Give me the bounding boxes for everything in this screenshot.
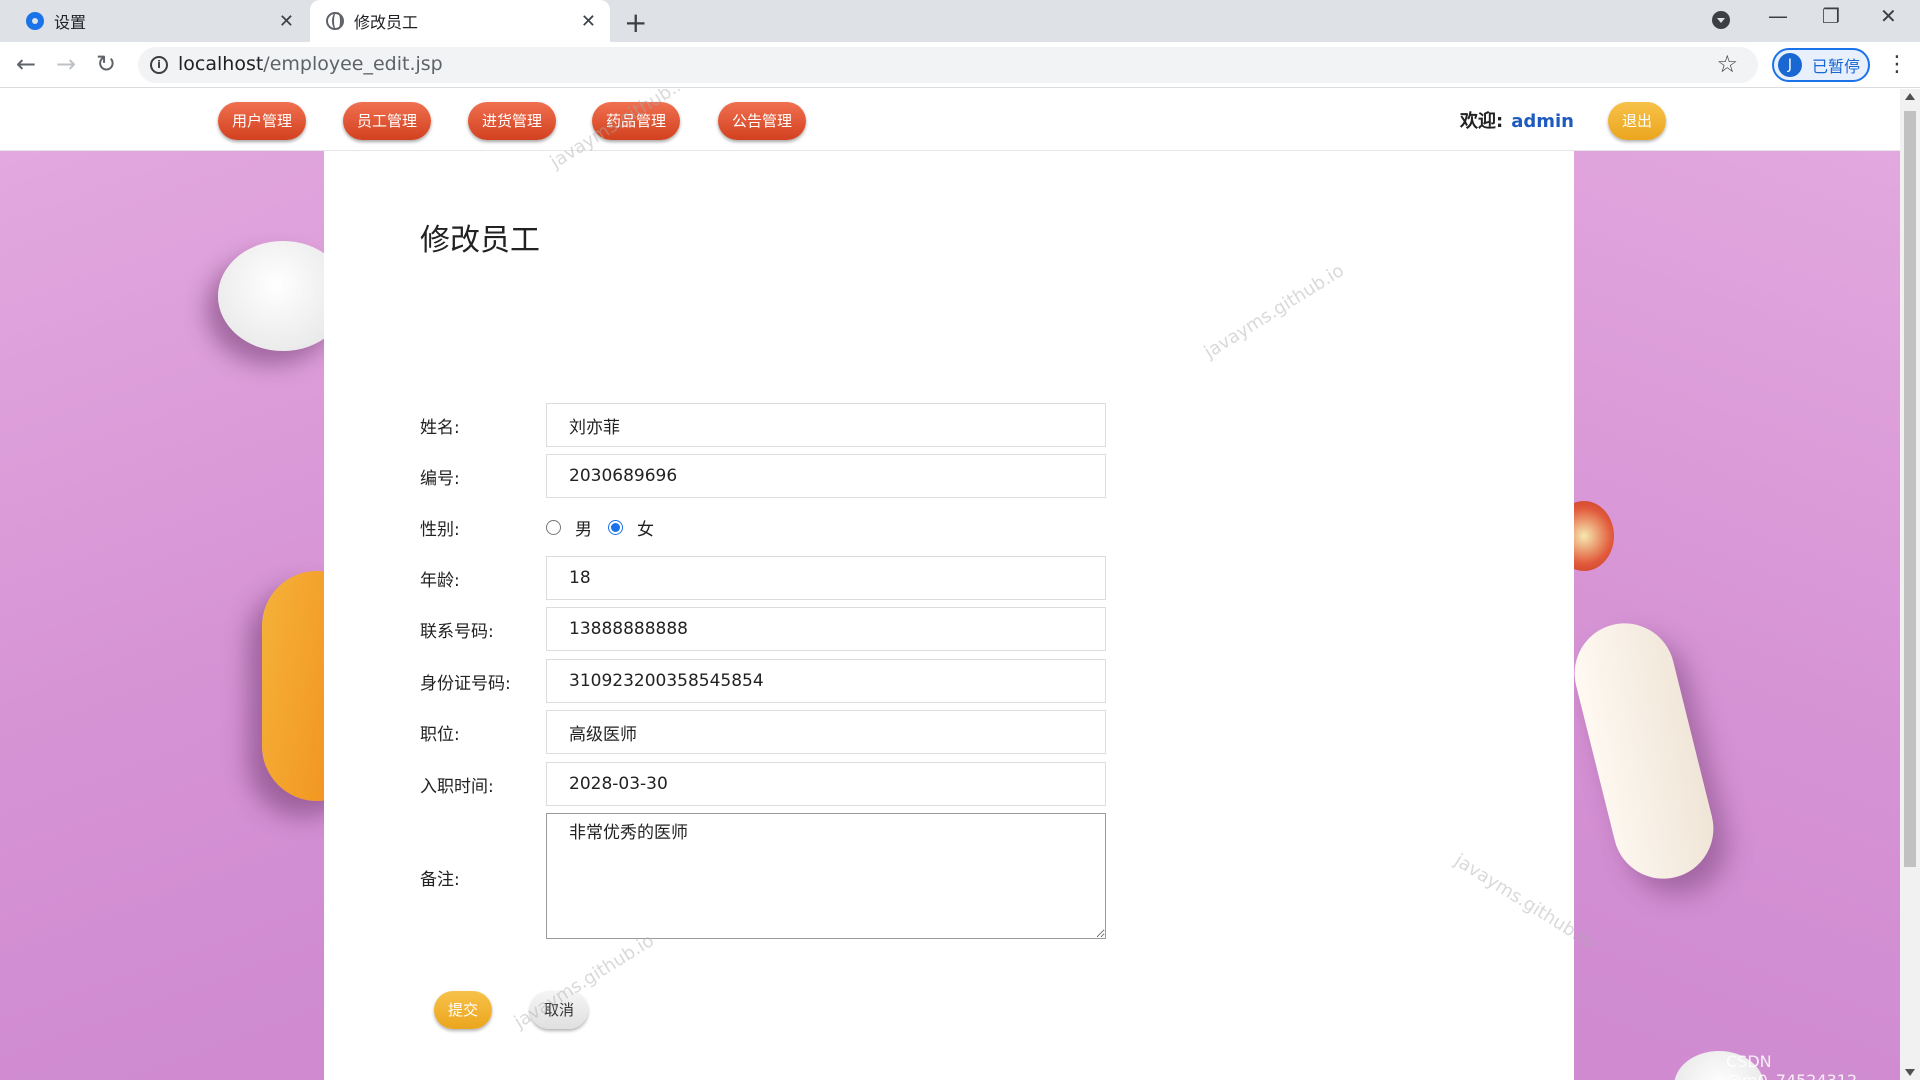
reload-icon[interactable]: ↻ [96, 50, 116, 78]
close-window-icon[interactable]: ✕ [1880, 4, 1897, 28]
close-icon[interactable]: ✕ [279, 11, 294, 32]
phone-input[interactable] [546, 607, 1106, 651]
nav-employee-management[interactable]: 员工管理 [343, 102, 431, 140]
url-omnibox[interactable]: i localhost/employee_edit.jsp ☆ [138, 47, 1758, 83]
profile-button[interactable]: J 已暂停 [1772, 48, 1870, 82]
url-text[interactable]: localhost/employee_edit.jsp [178, 53, 443, 75]
background-image-left [0, 151, 324, 1080]
remark-label: 备注: [420, 870, 460, 890]
submit-button[interactable]: 提交 [434, 991, 492, 1029]
nav-purchase-management[interactable]: 进货管理 [468, 102, 556, 140]
position-input[interactable] [546, 710, 1106, 754]
name-input[interactable] [546, 403, 1106, 447]
nav-notice-management[interactable]: 公告管理 [718, 102, 806, 140]
id-card-label: 身份证号码: [420, 674, 511, 694]
gender-male-label[interactable]: 男 [575, 515, 592, 540]
minimize-icon[interactable]: — [1768, 4, 1788, 28]
gender-label: 性别: [420, 520, 460, 540]
csdn-watermark: CSDN @m0_74524312 [1726, 1052, 1857, 1080]
form-row-name: 姓名: [420, 403, 1120, 447]
forward-icon[interactable]: → [56, 50, 76, 78]
page-scrollbar[interactable] [1900, 89, 1920, 1080]
form-row-gender: 性别: 男 女 [420, 505, 1120, 549]
restore-icon[interactable]: ❐ [1822, 4, 1840, 28]
scroll-up-icon[interactable] [1905, 93, 1915, 100]
form-row-hire-date: 入职时间: [420, 762, 1120, 806]
form-row-remark: 备注: 非常优秀的医师 [420, 813, 1120, 939]
remark-textarea[interactable]: 非常优秀的医师 [546, 813, 1106, 939]
form-row-number: 编号: [420, 454, 1120, 498]
back-icon[interactable]: ← [16, 50, 36, 78]
phone-label: 联系号码: [420, 622, 494, 642]
tab-title: 修改员工 [354, 13, 419, 32]
id-card-input[interactable] [546, 659, 1106, 703]
gender-radio-group: 男 女 [546, 515, 670, 540]
close-icon[interactable]: ✕ [581, 11, 596, 32]
hire-date-label: 入职时间: [420, 777, 494, 797]
browser-tab-strip: 设置 ✕ 修改员工 ✕ + — ❐ ✕ [0, 0, 1920, 42]
watermark: javayms.github.io [1200, 260, 1348, 363]
form-row-id-card: 身份证号码: [420, 659, 1120, 703]
number-input[interactable] [546, 454, 1106, 498]
age-input[interactable] [546, 556, 1106, 600]
form-row-phone: 联系号码: [420, 607, 1120, 651]
tab-title: 设置 [54, 13, 87, 32]
welcome-label: 欢迎: [1460, 111, 1504, 132]
background-image-right [1574, 151, 1900, 1080]
info-icon[interactable]: i [150, 56, 168, 74]
form-panel: 修改员工 姓名: 编号: 性别: 男 女 年龄: 联系号码: 身 [324, 151, 1598, 1080]
form-row-position: 职位: [420, 710, 1120, 754]
gear-icon [26, 12, 44, 30]
gender-male-radio[interactable] [546, 520, 561, 535]
globe-icon [326, 12, 344, 30]
white-capsule-image [1574, 612, 1724, 890]
name-label: 姓名: [420, 418, 460, 438]
scroll-down-icon[interactable] [1905, 1069, 1915, 1076]
url-host: localhost [178, 53, 264, 75]
nav-user-management[interactable]: 用户管理 [218, 102, 306, 140]
tab-search-icon[interactable] [1712, 11, 1730, 29]
hire-date-input[interactable] [546, 762, 1106, 806]
welcome-text: 欢迎: admin [1460, 107, 1574, 133]
web-page: 用户管理 员工管理 进货管理 药品管理 公告管理 欢迎: admin 退出 jav… [0, 89, 1900, 1080]
avatar: J [1778, 53, 1802, 77]
scrollbar-thumb[interactable] [1904, 111, 1916, 867]
username: admin [1511, 111, 1574, 132]
gender-female-label[interactable]: 女 [637, 515, 654, 540]
address-bar: ← → ↻ i localhost/employee_edit.jsp ☆ J … [0, 42, 1920, 88]
page-title: 修改员工 [420, 223, 540, 258]
tab-edit-employee[interactable]: 修改员工 ✕ [310, 0, 610, 42]
new-tab-button[interactable]: + [624, 6, 647, 39]
gender-female-radio[interactable] [608, 520, 623, 535]
profile-status: 已暂停 [1812, 57, 1861, 76]
form-row-age: 年龄: [420, 556, 1120, 600]
position-label: 职位: [420, 725, 460, 745]
orange-capsule-image [262, 571, 324, 801]
age-label: 年龄: [420, 571, 460, 591]
kebab-menu-icon[interactable]: ⋮ [1886, 52, 1908, 77]
number-label: 编号: [420, 469, 460, 489]
tab-settings[interactable]: 设置 ✕ [0, 0, 308, 42]
white-tablet-image [218, 241, 324, 351]
mixed-pill-image [1574, 501, 1614, 571]
url-path: /employee_edit.jsp [263, 53, 443, 75]
logout-button[interactable]: 退出 [1608, 102, 1666, 140]
bookmark-star-icon[interactable]: ☆ [1716, 50, 1738, 78]
top-nav: 用户管理 员工管理 进货管理 药品管理 公告管理 欢迎: admin 退出 jav… [0, 89, 1900, 173]
